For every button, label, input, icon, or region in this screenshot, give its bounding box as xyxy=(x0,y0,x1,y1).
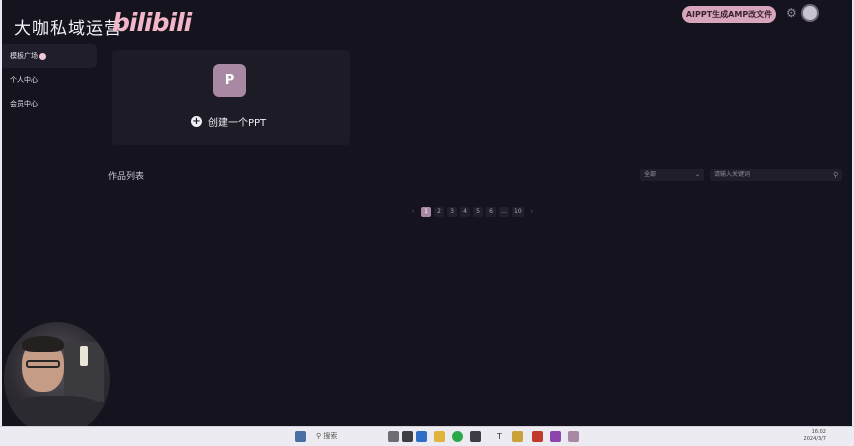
clock-date: 2024/3/7 xyxy=(803,436,826,442)
create-ppt-row[interactable]: + 创建一个PPT xyxy=(191,114,267,129)
search-icon[interactable]: ⚲ xyxy=(833,169,838,181)
webcam-person-hair xyxy=(22,336,64,352)
pagination-page-button[interactable]: 6 xyxy=(486,207,496,217)
pagination: ‹ 1 2 3 4 5 6 … 10 › xyxy=(408,207,537,217)
top-bar: 大咖私域运营 bilibili AIPPT生成AMP改文件 ⚙ xyxy=(0,0,854,44)
taskbar-app-icon[interactable] xyxy=(388,431,399,442)
webcam-background-light xyxy=(80,346,88,366)
create-ppt-card[interactable]: P + 创建一个PPT xyxy=(112,50,350,145)
filter-select-value: 全部 xyxy=(644,171,657,178)
create-ppt-label: 创建一个PPT xyxy=(208,117,267,129)
filter-select[interactable]: 全部 ⌄ xyxy=(640,169,704,181)
start-menu-icon[interactable] xyxy=(295,431,306,442)
taskbar-app-icon[interactable] xyxy=(568,431,579,442)
sidebar: 模板广场 个人中心 会员中心 xyxy=(2,44,97,116)
taskbar-app-icon[interactable] xyxy=(402,431,413,442)
pagination-next-button[interactable]: › xyxy=(527,207,537,217)
ppt-app-icon: P xyxy=(213,64,246,97)
clock-time: 16:02 xyxy=(811,429,826,435)
sidebar-item-personal-center[interactable]: 个人中心 xyxy=(2,68,97,92)
search-input[interactable] xyxy=(710,169,842,181)
sidebar-item-label: 会员中心 xyxy=(10,100,38,108)
browser-icon[interactable] xyxy=(452,431,463,442)
pagination-page-button[interactable]: 4 xyxy=(460,207,470,217)
taskbar-clock[interactable]: 16:02 2024/3/7 xyxy=(804,429,826,443)
taskbar-app-icon[interactable] xyxy=(416,431,427,442)
plus-circle-icon: + xyxy=(191,115,202,127)
text-tool-icon[interactable]: T xyxy=(494,431,505,442)
gear-icon[interactable]: ⚙ xyxy=(786,6,800,20)
folder-icon[interactable] xyxy=(434,431,445,442)
mouse-cursor-icon xyxy=(39,52,46,60)
sidebar-item-member-center[interactable]: 会员中心 xyxy=(2,92,97,116)
taskbar-app-icon[interactable] xyxy=(532,431,543,442)
pagination-ellipsis[interactable]: … xyxy=(499,207,509,217)
taskbar-search-label: 搜索 xyxy=(323,432,338,440)
bilibili-logo: bilibili xyxy=(112,8,192,37)
pagination-page-button[interactable]: 5 xyxy=(473,207,483,217)
taskbar-app-icon[interactable] xyxy=(512,431,523,442)
sidebar-item-label: 个人中心 xyxy=(10,76,38,84)
works-list-title: 作品列表 xyxy=(108,172,145,182)
promo-pill-button[interactable]: AIPPT生成AMP改文件 xyxy=(682,6,776,23)
os-taskbar: ⚲ 搜索 T 16:02 2024/3/7 xyxy=(0,426,854,446)
pagination-page-button[interactable]: 10 xyxy=(512,207,524,217)
pagination-page-button[interactable]: 1 xyxy=(421,207,431,217)
avatar[interactable] xyxy=(801,4,819,22)
sidebar-item-template-square[interactable]: 模板广场 xyxy=(2,44,97,68)
sidebar-item-label: 模板广场 xyxy=(10,52,38,60)
taskbar-app-icon[interactable] xyxy=(550,431,561,442)
chevron-down-icon: ⌄ xyxy=(694,171,700,178)
taskbar-app-icon[interactable] xyxy=(470,431,481,442)
pagination-prev-button[interactable]: ‹ xyxy=(408,207,418,217)
taskbar-search[interactable]: ⚲ 搜索 xyxy=(316,431,337,442)
webcam-person-glasses xyxy=(26,360,60,368)
brand-title: 大咖私域运营 xyxy=(14,19,122,39)
pagination-page-button[interactable]: 3 xyxy=(447,207,457,217)
pagination-page-button[interactable]: 2 xyxy=(434,207,444,217)
webcam-overlay xyxy=(4,322,110,436)
